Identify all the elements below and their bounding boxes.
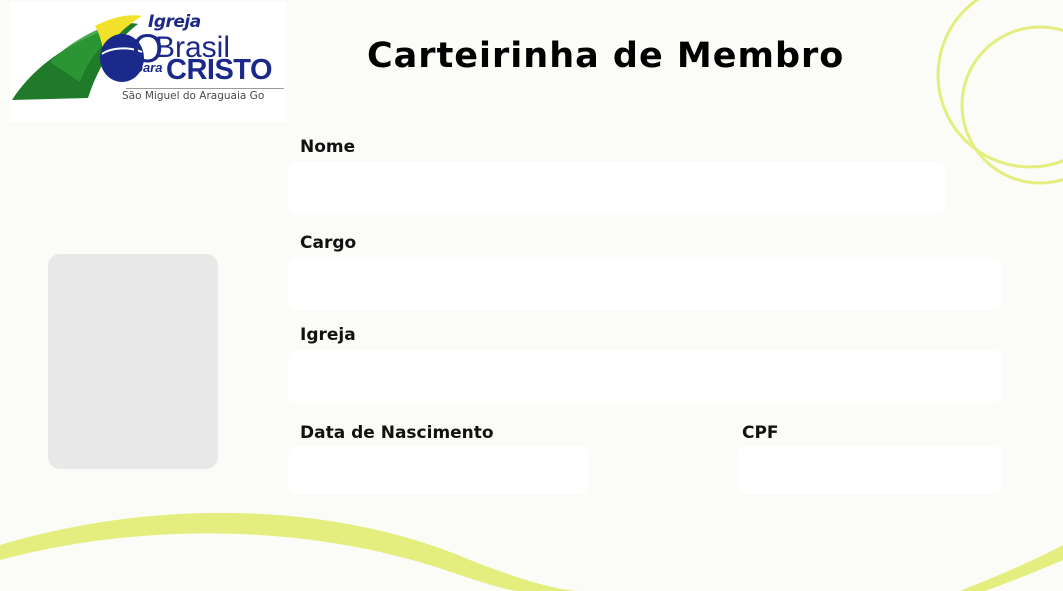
nome-field[interactable]: [288, 162, 946, 215]
deco-wave-right: [960, 545, 1063, 591]
deco-wave-right-inner: [985, 560, 1063, 591]
deco-ring-2: [960, 25, 1063, 185]
label-cargo: Cargo: [300, 233, 357, 253]
logo-text-cristo: CRISTO: [166, 54, 273, 86]
label-data-nascimento: Data de Nascimento: [300, 423, 494, 443]
deco-ring-1: [936, 0, 1063, 169]
igreja-field[interactable]: [288, 350, 1002, 403]
label-cpf: CPF: [742, 423, 779, 443]
cargo-field[interactable]: [288, 257, 1002, 310]
label-nome: Nome: [300, 137, 356, 157]
logo-text-para: para: [135, 60, 163, 75]
logo-divider: [126, 88, 284, 89]
cpf-field[interactable]: [737, 446, 1002, 494]
deco-wave-bottom: [0, 512, 580, 591]
data-nascimento-field[interactable]: [288, 446, 588, 494]
logo-text-city: São Miguel do Araguaia Go: [122, 90, 265, 102]
label-igreja: Igreja: [300, 325, 356, 345]
card-title: Carteirinha de Membro: [367, 36, 845, 76]
deco-wave-inner: [0, 533, 520, 591]
photo-placeholder[interactable]: [48, 254, 218, 469]
church-logo: Igreja O Brasil para CRISTO São Miguel d…: [10, 2, 286, 122]
